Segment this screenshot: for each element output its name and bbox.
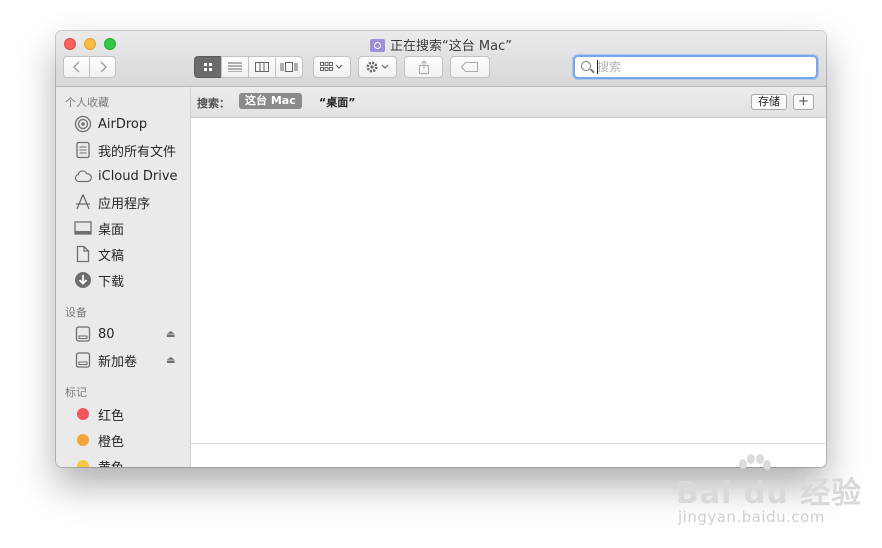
results-area[interactable] bbox=[191, 118, 826, 443]
sidebar-item-documents[interactable]: 文稿 bbox=[56, 242, 190, 266]
add-criteria-button[interactable]: + bbox=[793, 94, 814, 110]
view-mode-control bbox=[194, 56, 303, 78]
sidebar-item-label: 文稿 bbox=[98, 248, 125, 264]
sidebar-item-label: 桌面 bbox=[98, 222, 125, 238]
sidebar-item-icloud-drive[interactable]: iCloud Drive bbox=[56, 164, 190, 188]
cloud-icon bbox=[74, 167, 92, 185]
documents-icon bbox=[74, 245, 92, 263]
sidebar-item-label: 应用程序 bbox=[98, 196, 151, 212]
sidebar-item-airdrop[interactable]: AirDrop bbox=[56, 112, 190, 136]
finder-window: 正在搜索“这台 Mac” 搜索 个人收藏 AirDrop 我的所有文件 iClo… bbox=[56, 31, 826, 467]
watermark-brand: Bai du 经验 bbox=[676, 476, 863, 511]
sidebar-item-label: 橙色 bbox=[98, 434, 125, 450]
path-bar bbox=[191, 443, 826, 467]
sidebar-item-label: 下载 bbox=[98, 274, 125, 290]
all-files-icon bbox=[74, 141, 92, 159]
tag-dot-icon bbox=[74, 405, 92, 423]
cover-flow-icon bbox=[280, 62, 298, 72]
eject-icon[interactable]: ⏏ bbox=[166, 355, 175, 366]
cover-flow-button[interactable] bbox=[275, 56, 303, 78]
search-icon bbox=[581, 61, 591, 71]
sidebar-item-label: 红色 bbox=[98, 408, 125, 424]
icon-view-button[interactable] bbox=[194, 56, 222, 78]
sidebar-item-label: AirDrop bbox=[98, 116, 148, 132]
sidebar-item-tag-red[interactable]: 红色 bbox=[56, 402, 190, 426]
scope-desktop-button[interactable]: “桌面” bbox=[319, 94, 355, 110]
column-view-button[interactable] bbox=[248, 56, 276, 78]
baidu-watermark: Bai du 经验 jingyan.baidu.com bbox=[676, 454, 866, 528]
tag-icon bbox=[461, 62, 478, 72]
sidebar-item-disk-80[interactable]: 80 ⏏ bbox=[56, 322, 190, 346]
action-gear-icon bbox=[366, 61, 388, 73]
scope-label: 搜索： bbox=[197, 97, 230, 110]
sidebar-item-tag-yellow[interactable]: 黄色 bbox=[56, 454, 190, 467]
share-icon bbox=[418, 60, 429, 74]
tag-dot-icon bbox=[74, 457, 92, 467]
text-caret bbox=[597, 60, 598, 74]
desktop-icon bbox=[74, 219, 92, 237]
search-field[interactable] bbox=[573, 55, 818, 79]
icon-view-icon bbox=[204, 63, 212, 71]
save-search-button[interactable]: 存储 bbox=[751, 94, 787, 110]
disk-icon bbox=[74, 351, 92, 369]
window-title: 正在搜索“这台 Mac” bbox=[390, 39, 512, 54]
eject-icon[interactable]: ⏏ bbox=[166, 329, 175, 340]
tag-dot-icon bbox=[74, 431, 92, 449]
window-title-wrap: 正在搜索“这台 Mac” bbox=[56, 35, 826, 54]
sidebar-item-label: 黄色 bbox=[98, 457, 124, 468]
sidebar-item-applications[interactable]: 应用程序 bbox=[56, 190, 190, 214]
arrange-button[interactable] bbox=[313, 56, 351, 78]
back-button[interactable] bbox=[63, 56, 90, 78]
titlebar: 正在搜索“这台 Mac” bbox=[56, 31, 826, 87]
sidebar-item-downloads[interactable]: 下载 bbox=[56, 268, 190, 292]
sidebar: 个人收藏 AirDrop 我的所有文件 iCloud Drive 应用程序 桌面… bbox=[56, 87, 191, 467]
forward-icon bbox=[100, 61, 107, 73]
sidebar-item-label: 我的所有文件 bbox=[98, 144, 177, 160]
sidebar-section-tags: 标记 bbox=[65, 386, 87, 399]
tag-button[interactable] bbox=[450, 56, 490, 78]
action-button[interactable] bbox=[358, 56, 397, 78]
sidebar-item-tag-orange[interactable]: 橙色 bbox=[56, 428, 190, 452]
search-input[interactable] bbox=[597, 58, 807, 76]
sidebar-item-label: iCloud Drive bbox=[98, 168, 178, 184]
sidebar-item-disk-new-volume[interactable]: 新加卷 ⏏ bbox=[56, 348, 190, 372]
sidebar-section-devices: 设备 bbox=[65, 306, 87, 319]
applications-icon bbox=[74, 193, 92, 211]
watermark-url: jingyan.baidu.com bbox=[678, 508, 825, 526]
column-view-icon bbox=[255, 62, 269, 72]
forward-button[interactable] bbox=[89, 56, 116, 78]
sidebar-item-label: 新加卷 bbox=[98, 354, 138, 370]
list-view-button[interactable] bbox=[221, 56, 249, 78]
sidebar-item-all-files[interactable]: 我的所有文件 bbox=[56, 138, 190, 162]
smart-folder-icon bbox=[370, 39, 386, 52]
list-view-icon bbox=[228, 62, 242, 72]
arrange-icon bbox=[320, 62, 343, 71]
share-button[interactable] bbox=[404, 56, 443, 78]
sidebar-section-favorites: 个人收藏 bbox=[65, 96, 109, 109]
disk-icon bbox=[74, 325, 92, 343]
scope-this-mac-button[interactable]: 这台 Mac bbox=[239, 93, 302, 109]
sidebar-item-desktop[interactable]: 桌面 bbox=[56, 216, 190, 240]
airdrop-icon bbox=[74, 115, 92, 133]
nav-buttons bbox=[63, 56, 116, 78]
search-scope-bar: 搜索： 这台 Mac “桌面” 存储 + bbox=[191, 87, 826, 118]
back-icon bbox=[72, 61, 79, 73]
sidebar-item-label: 80 bbox=[98, 326, 115, 342]
downloads-icon bbox=[74, 271, 92, 289]
